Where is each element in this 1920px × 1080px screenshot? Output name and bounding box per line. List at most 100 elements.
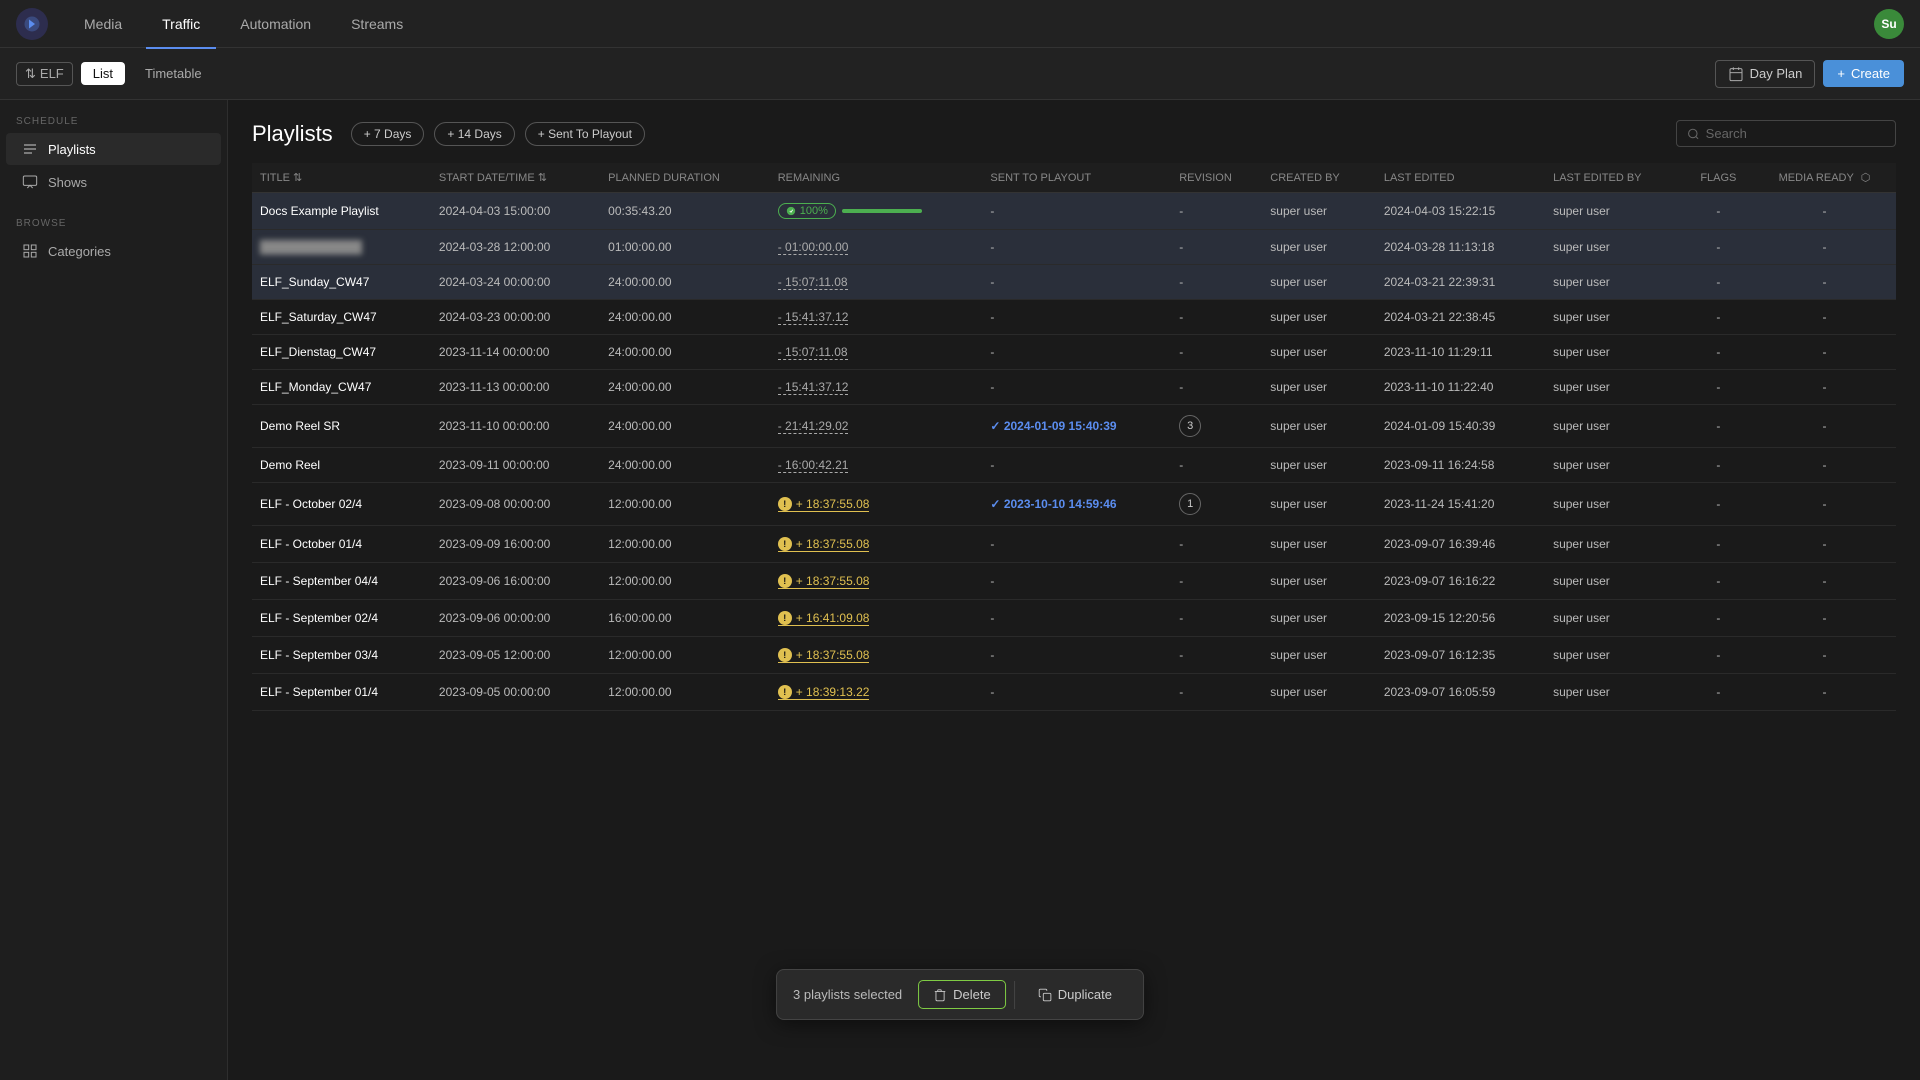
duplicate-button[interactable]: Duplicate (1023, 980, 1127, 1009)
day-plan-button[interactable]: Day Plan (1715, 60, 1816, 88)
nav-automation[interactable]: Automation (224, 1, 327, 49)
cell-title: ELF_Dienstag_CW47 (252, 335, 431, 370)
table-row[interactable]: ELF - September 02/42023-09-06 00:00:001… (252, 600, 1896, 637)
cell-last-edited: 2024-04-03 15:22:15 (1376, 193, 1545, 230)
cell-last-edited: 2023-09-07 16:16:22 (1376, 563, 1545, 600)
cell-planned: 12:00:00.00 (600, 483, 770, 526)
cell-media-ready: - (1753, 193, 1896, 230)
cell-planned: 00:35:43.20 (600, 193, 770, 230)
add-14-days-button[interactable]: + 14 Days (434, 122, 514, 146)
nav-media[interactable]: Media (68, 1, 138, 49)
cell-remaining: - 21:41:29.02 (770, 405, 983, 448)
playlists-table-wrapper: TITLE ⇅ START DATE/TIME ⇅ PLANNED DURATI… (252, 163, 1896, 1080)
cell-start: 2024-04-03 15:00:00 (431, 193, 600, 230)
tab-timetable[interactable]: Timetable (133, 62, 214, 85)
cell-planned: 12:00:00.00 (600, 674, 770, 711)
cell-planned: 12:00:00.00 (600, 563, 770, 600)
col-last-edited-by: LAST EDITED BY (1545, 163, 1684, 193)
cell-last-edited: 2023-09-11 16:24:58 (1376, 448, 1545, 483)
delete-icon (933, 988, 947, 1002)
table-body: Docs Example Playlist2024-04-03 15:00:00… (252, 193, 1896, 711)
search-input[interactable] (1706, 126, 1885, 141)
bottom-action-bar: 3 playlists selected Delete Duplicate (776, 969, 1144, 1020)
cell-revision: 1 (1171, 483, 1262, 526)
cell-revision: - (1171, 370, 1262, 405)
cell-created-by: super user (1262, 370, 1376, 405)
cell-title: ████████████ (252, 230, 431, 265)
cell-last-edited: 2023-09-07 16:12:35 (1376, 637, 1545, 674)
top-nav: Media Traffic Automation Streams Su (0, 0, 1920, 48)
cell-last-edited-by: super user (1545, 674, 1684, 711)
add-7-days-button[interactable]: + 7 Days (351, 122, 425, 146)
cell-remaining: - 01:00:00.00 (770, 230, 983, 265)
selected-count-text: 3 playlists selected (793, 987, 902, 1002)
cell-planned: 12:00:00.00 (600, 526, 770, 563)
table-row[interactable]: Docs Example Playlist2024-04-03 15:00:00… (252, 193, 1896, 230)
table-row[interactable]: ELF_Monday_CW472023-11-13 00:00:0024:00:… (252, 370, 1896, 405)
table-row[interactable]: ELF_Sunday_CW472024-03-24 00:00:0024:00:… (252, 265, 1896, 300)
cell-created-by: super user (1262, 600, 1376, 637)
table-row[interactable]: ELF - September 01/42023-09-05 00:00:001… (252, 674, 1896, 711)
cell-last-edited: 2023-09-07 16:39:46 (1376, 526, 1545, 563)
col-title[interactable]: TITLE ⇅ (252, 163, 431, 193)
col-sent: SENT TO PLAYOUT (982, 163, 1171, 193)
playlists-icon (22, 141, 38, 157)
col-created-by: CREATED BY (1262, 163, 1376, 193)
content-area: Playlists + 7 Days + 14 Days + Sent To P… (228, 100, 1920, 1080)
cell-media-ready: - (1753, 563, 1896, 600)
create-button[interactable]: + Create (1823, 60, 1904, 87)
tab-list[interactable]: List (81, 62, 125, 85)
cell-created-by: super user (1262, 448, 1376, 483)
cell-title: ELF - October 01/4 (252, 526, 431, 563)
duplicate-icon (1038, 988, 1052, 1002)
search-container (1676, 120, 1896, 147)
table-row[interactable]: ELF - September 04/42023-09-06 16:00:001… (252, 563, 1896, 600)
cell-last-edited: 2023-09-07 16:05:59 (1376, 674, 1545, 711)
cell-remaining: 100% (770, 193, 983, 230)
delete-label: Delete (953, 987, 991, 1002)
cell-media-ready: - (1753, 674, 1896, 711)
cell-sent: - (982, 370, 1171, 405)
col-remaining: REMAINING (770, 163, 983, 193)
table-row[interactable]: ELF_Saturday_CW472024-03-23 00:00:0024:0… (252, 300, 1896, 335)
cell-sent: - (982, 526, 1171, 563)
export-icon[interactable]: ⬡ (1861, 172, 1871, 184)
col-start[interactable]: START DATE/TIME ⇅ (431, 163, 600, 193)
cell-flags: - (1684, 405, 1753, 448)
cell-title: ELF - September 02/4 (252, 600, 431, 637)
cell-last-edited: 2023-11-10 11:22:40 (1376, 370, 1545, 405)
sidebar-item-categories[interactable]: Categories (6, 235, 221, 267)
cell-created-by: super user (1262, 563, 1376, 600)
cell-planned: 24:00:00.00 (600, 335, 770, 370)
table-row[interactable]: ELF - October 02/42023-09-08 00:00:0012:… (252, 483, 1896, 526)
table-header-row: TITLE ⇅ START DATE/TIME ⇅ PLANNED DURATI… (252, 163, 1896, 193)
elf-selector[interactable]: ⇅ ELF (16, 62, 73, 86)
table-row[interactable]: ELF_Dienstag_CW472023-11-14 00:00:0024:0… (252, 335, 1896, 370)
table-row[interactable]: ELF - September 03/42023-09-05 12:00:001… (252, 637, 1896, 674)
nav-traffic[interactable]: Traffic (146, 1, 216, 49)
create-plus-icon: + (1837, 66, 1845, 81)
sidebar-item-shows[interactable]: Shows (6, 166, 221, 198)
search-icon (1687, 127, 1700, 141)
cell-media-ready: - (1753, 483, 1896, 526)
cell-sent: - (982, 265, 1171, 300)
cell-flags: - (1684, 230, 1753, 265)
user-avatar[interactable]: Su (1874, 9, 1904, 39)
cell-media-ready: - (1753, 448, 1896, 483)
cell-title: ELF - September 04/4 (252, 563, 431, 600)
table-row[interactable]: Demo Reel2023-09-11 00:00:0024:00:00.00-… (252, 448, 1896, 483)
cell-sent: - (982, 335, 1171, 370)
table-row[interactable]: ████████████2024-03-28 12:00:0001:00:00.… (252, 230, 1896, 265)
cell-sent: - (982, 193, 1171, 230)
cell-flags: - (1684, 300, 1753, 335)
cell-last-edited-by: super user (1545, 483, 1684, 526)
delete-button[interactable]: Delete (918, 980, 1006, 1009)
table-row[interactable]: ELF - October 01/42023-09-09 16:00:0012:… (252, 526, 1896, 563)
sidebar-item-playlists[interactable]: Playlists (6, 133, 221, 165)
cell-last-edited: 2024-03-21 22:39:31 (1376, 265, 1545, 300)
table-row[interactable]: Demo Reel SR2023-11-10 00:00:0024:00:00.… (252, 405, 1896, 448)
main-layout: SCHEDULE Playlists Shows BROWSE Categori… (0, 100, 1920, 1080)
sent-to-playout-button[interactable]: + Sent To Playout (525, 122, 645, 146)
nav-streams[interactable]: Streams (335, 1, 419, 49)
cell-revision: - (1171, 230, 1262, 265)
